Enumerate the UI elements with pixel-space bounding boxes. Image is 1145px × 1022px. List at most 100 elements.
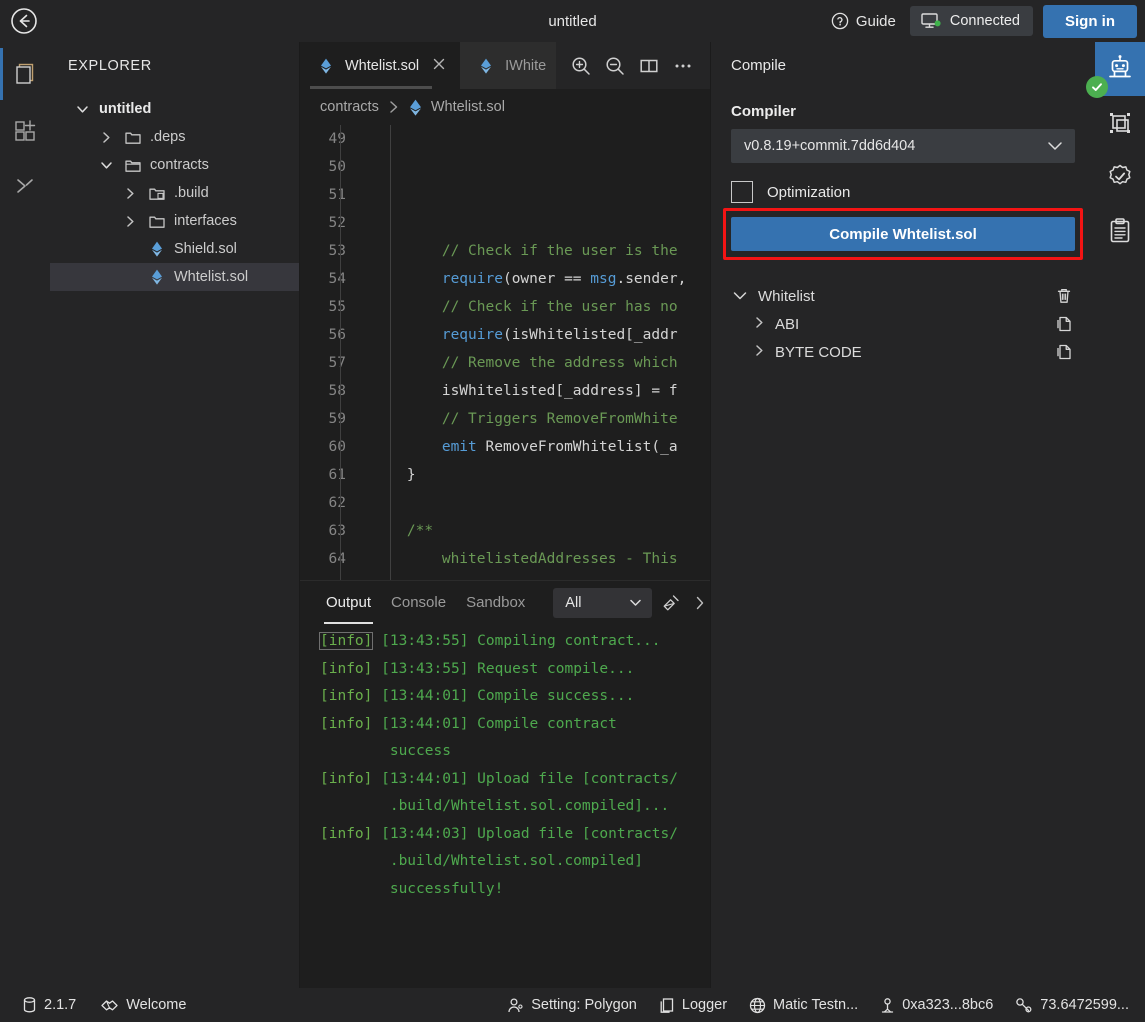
status-item-matic-testn---[interactable]: Matic Testn... — [741, 993, 866, 1018]
status-item-logger[interactable]: Logger — [651, 993, 735, 1018]
compiler-version-value: v0.8.19+commit.7dd6d404 — [744, 138, 916, 154]
code-line[interactable]: whitelistedAddresses - This — [372, 545, 710, 573]
code-line[interactable]: // Check if the user is the — [372, 237, 710, 265]
tree-item-untitled[interactable]: untitled — [50, 95, 299, 123]
chevron-right-icon — [756, 344, 763, 356]
tree-item-whtelist-sol[interactable]: Whtelist.sol — [50, 263, 299, 291]
output-panel: Output Console Sandbox All [info] [13:43… — [300, 580, 710, 988]
code-line[interactable]: // Triggers RemoveFromWhite — [372, 405, 710, 433]
tree-item-shield-sol[interactable]: Shield.sol — [50, 235, 299, 263]
title-bar-actions: Guide Connected Sign in — [827, 0, 1137, 42]
panel-tab-console[interactable]: Console — [381, 588, 456, 617]
tree-item-interfaces[interactable]: interfaces — [50, 207, 299, 235]
chevron-down-icon — [76, 105, 88, 113]
tree-item-contracts[interactable]: contracts — [50, 151, 299, 179]
status-item-setting--polygon[interactable]: Setting: Polygon — [499, 993, 645, 1018]
user-icon — [508, 997, 523, 1012]
breadcrumb-file[interactable]: Whtelist.sol — [431, 99, 505, 115]
solidity-file-icon — [481, 58, 492, 74]
trash-icon — [1057, 288, 1071, 303]
tree-item--deps[interactable]: .deps — [50, 123, 299, 151]
app-root: untitled Guide Connected Sign in EXPLORE… — [0, 0, 1145, 1022]
contract-row[interactable]: Whitelist — [731, 282, 1075, 310]
code-line[interactable]: */ — [372, 573, 710, 580]
output-log-list[interactable]: [info] [13:43:55] Compiling contract...[… — [300, 624, 710, 988]
code-line[interactable]: // Check if the user has no — [372, 293, 710, 321]
editor-tab-bar: Whtelist.sol IWhite — [300, 42, 710, 89]
panel-overflow-button[interactable] — [689, 589, 710, 617]
tree-item-label: .build — [174, 185, 209, 201]
tree-twisty[interactable] — [96, 131, 116, 144]
activity-item-code[interactable] — [0, 160, 50, 212]
log-entry[interactable]: [info] [13:44:01] Upload file [contracts… — [320, 766, 710, 821]
status-item-73-6472599---[interactable]: 73.6472599... — [1007, 993, 1137, 1017]
right-item-verify[interactable] — [1095, 150, 1145, 204]
status-item-label: Matic Testn... — [773, 997, 859, 1013]
code-line[interactable]: /** — [372, 517, 710, 545]
code-editor[interactable]: 495051525354555657585960616263646566 // … — [300, 125, 710, 580]
connected-badge[interactable]: Connected — [909, 6, 1033, 36]
tree-twisty[interactable] — [96, 159, 116, 172]
solidity-file-icon — [152, 241, 162, 257]
code-line[interactable]: require(isWhitelisted[_addr — [372, 321, 710, 349]
log-time: [13:44:01] — [381, 770, 469, 787]
compiler-version-select[interactable]: v0.8.19+commit.7dd6d404 — [731, 129, 1075, 163]
back-button[interactable] — [9, 6, 39, 36]
editor-tab-iwhite[interactable]: IWhite — [460, 42, 557, 89]
log-entry[interactable]: [info] [13:43:55] Request compile... — [320, 656, 710, 684]
check-icon — [1092, 83, 1102, 91]
status-item-0xa323---8bc6[interactable]: 0xa323...8bc6 — [872, 993, 1001, 1018]
tree-item-label: Shield.sol — [174, 241, 237, 257]
log-entry[interactable]: [info] [13:44:01] Compile contract succe… — [320, 711, 710, 766]
right-item-compile[interactable] — [1086, 42, 1145, 98]
compile-button[interactable]: Compile Whtelist.sol — [731, 217, 1075, 251]
code-line[interactable]: isWhitelisted[_address] = f — [372, 377, 710, 405]
sign-in-button[interactable]: Sign in — [1043, 4, 1137, 38]
zoom-in-button[interactable] — [566, 51, 596, 81]
activity-item-plugins[interactable] — [0, 104, 50, 156]
expand-toggle[interactable] — [753, 316, 766, 333]
more-actions-button[interactable] — [668, 51, 698, 81]
optimization-checkbox-row[interactable]: Optimization — [731, 181, 1075, 203]
code-line[interactable]: emit RemoveFromWhitelist(_a — [372, 433, 710, 461]
optimization-checkbox[interactable] — [731, 181, 753, 203]
right-activity-bar — [1086, 42, 1145, 988]
breadcrumb-folder[interactable]: contracts — [320, 99, 379, 115]
tree-twisty[interactable] — [72, 103, 92, 116]
expand-toggle[interactable] — [753, 344, 766, 361]
close-tab-icon[interactable] — [428, 54, 450, 78]
status-item-2-1-7[interactable]: 2.1.7 — [14, 993, 84, 1017]
code-line[interactable] — [372, 489, 710, 517]
code-line[interactable]: } — [372, 461, 710, 489]
contract-child-abi[interactable]: ABI — [731, 310, 1075, 338]
code-line[interactable]: require(owner == msg.sender, — [372, 265, 710, 293]
tree-twisty[interactable] — [120, 187, 140, 200]
delete-contract-button[interactable] — [1053, 285, 1075, 307]
log-entry[interactable]: [info] [13:44:03] Upload file [contracts… — [320, 821, 710, 904]
guide-button[interactable]: Guide — [827, 9, 900, 33]
editor-toolbar — [556, 42, 710, 89]
split-editor-button[interactable] — [634, 51, 664, 81]
copy-button[interactable] — [1053, 341, 1075, 363]
clear-output-button[interactable] — [660, 589, 681, 617]
panel-tab-sandbox[interactable]: Sandbox — [456, 588, 535, 617]
code-line[interactable]: // Remove the address which — [372, 349, 710, 377]
tab-file-icon — [476, 58, 496, 74]
question-circle-icon — [831, 12, 849, 30]
right-item-clipboard[interactable] — [1095, 204, 1145, 258]
tree-twisty[interactable] — [120, 215, 140, 228]
contract-child-byte-code[interactable]: BYTE CODE — [731, 338, 1075, 366]
copy-button[interactable] — [1053, 313, 1075, 335]
log-filter-select[interactable]: All — [553, 587, 653, 618]
panel-tab-output[interactable]: Output — [316, 588, 381, 624]
log-entry[interactable]: [info] [13:44:01] Compile success... — [320, 683, 710, 711]
right-item-deploy[interactable] — [1095, 96, 1145, 150]
log-entry[interactable]: [info] [13:43:55] Compiling contract... — [318, 628, 710, 656]
status-item-welcome[interactable]: Welcome — [92, 993, 194, 1017]
editor-tab-whtelist-sol[interactable]: Whtelist.sol — [300, 42, 461, 89]
zoom-out-button[interactable] — [600, 51, 630, 81]
code-lines[interactable]: // Check if the user is the require(owne… — [340, 125, 710, 580]
tree-item--build[interactable]: .build — [50, 179, 299, 207]
activity-item-files[interactable] — [0, 48, 50, 100]
chevron-down-icon[interactable] — [731, 287, 749, 305]
